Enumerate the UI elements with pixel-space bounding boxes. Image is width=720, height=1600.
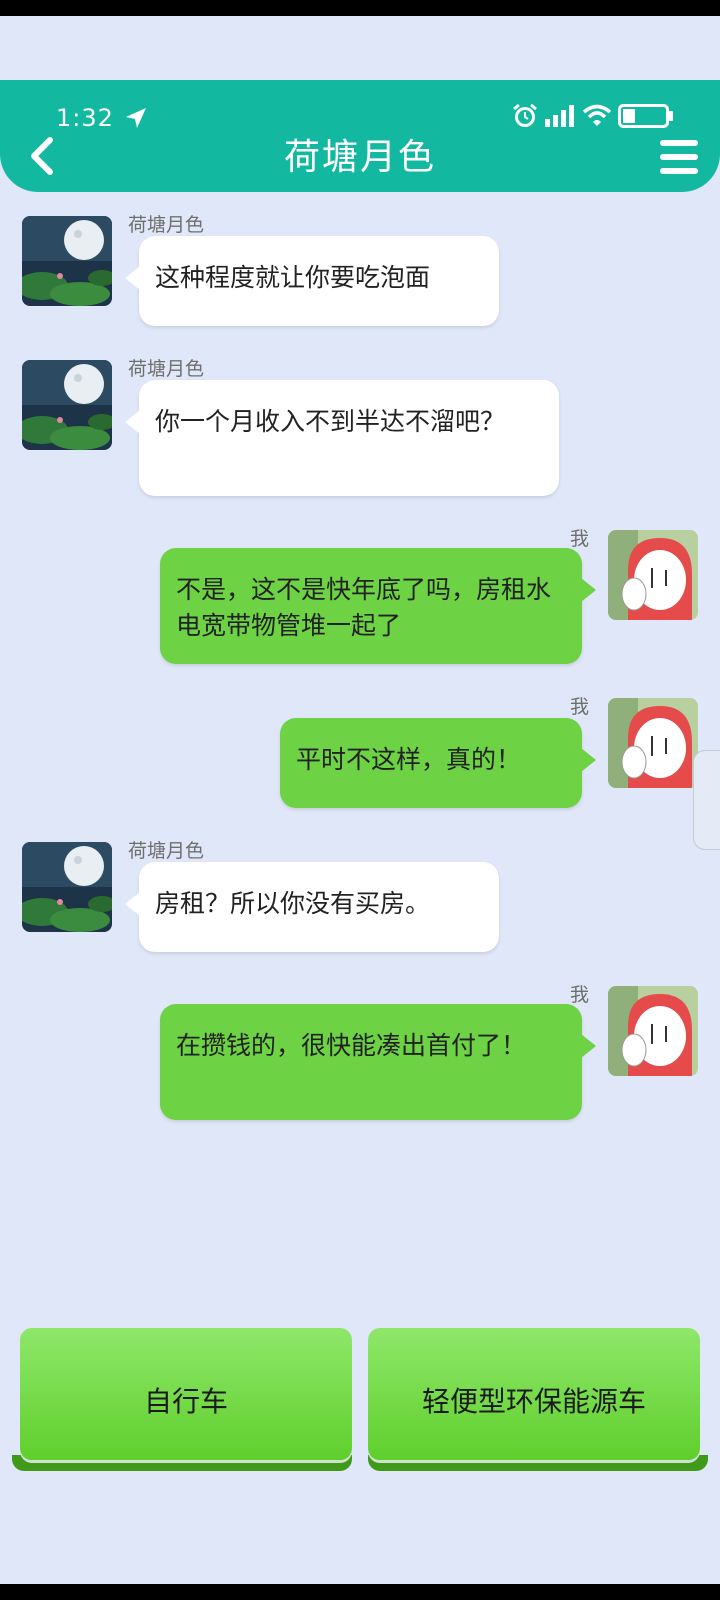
cartoon-avatar-image — [608, 530, 698, 620]
choice-label: 轻便型环保能源车 — [421, 1385, 646, 1418]
moon-lotus-avatar-image — [22, 216, 112, 306]
contact-avatar[interactable] — [22, 216, 112, 306]
choice-button-eco-vehicle[interactable]: 轻便型环保能源车 — [368, 1328, 700, 1460]
sender-name: 荷塘月色 — [128, 840, 205, 862]
moon-lotus-avatar-image — [22, 842, 112, 932]
my-avatar[interactable] — [608, 530, 698, 620]
moon-lotus-avatar-image — [22, 360, 112, 450]
incoming-message: 这种程度就让你要吃泡面 — [125, 236, 499, 326]
wifi-icon — [582, 104, 612, 126]
sender-name: 我 — [570, 984, 590, 1006]
my-avatar[interactable] — [608, 986, 698, 1076]
my-avatar[interactable] — [608, 698, 698, 788]
menu-icon[interactable] — [660, 140, 698, 174]
incoming-message: 房租？所以你没有买房。 — [125, 862, 499, 952]
sender-name: 荷塘月色 — [128, 214, 205, 236]
top-black-bar — [0, 0, 720, 16]
bottom-black-bar — [0, 1584, 720, 1600]
outgoing-message: 平时不这样，真的！ — [280, 718, 596, 808]
side-drawer-handle[interactable] — [693, 750, 720, 850]
contact-avatar[interactable] — [22, 842, 112, 932]
chat-title: 荷塘月色 — [283, 137, 436, 178]
sender-name: 荷塘月色 — [128, 358, 205, 380]
cartoon-avatar-image — [608, 986, 698, 1076]
contact-avatar[interactable] — [22, 360, 112, 450]
cartoon-avatar-image — [608, 698, 698, 788]
outgoing-message: 在攒钱的，很快能凑出首付了！ — [160, 1004, 596, 1120]
choice-button-bicycle[interactable]: 自行车 — [20, 1328, 352, 1460]
sender-name: 我 — [570, 528, 590, 550]
battery-icon — [618, 104, 673, 128]
incoming-message: 你一个月收入不到半达不溜吧？ — [125, 380, 559, 496]
alarm-icon — [513, 103, 537, 127]
signal-icon — [545, 105, 574, 127]
choice-label: 自行车 — [143, 1385, 228, 1418]
outgoing-message: 不是，这不是快年底了吗，房租水电宽带物管堆一起了 — [160, 548, 596, 664]
status-icons — [512, 102, 674, 130]
sender-name: 我 — [570, 696, 590, 718]
location-arrow-icon — [126, 108, 146, 128]
